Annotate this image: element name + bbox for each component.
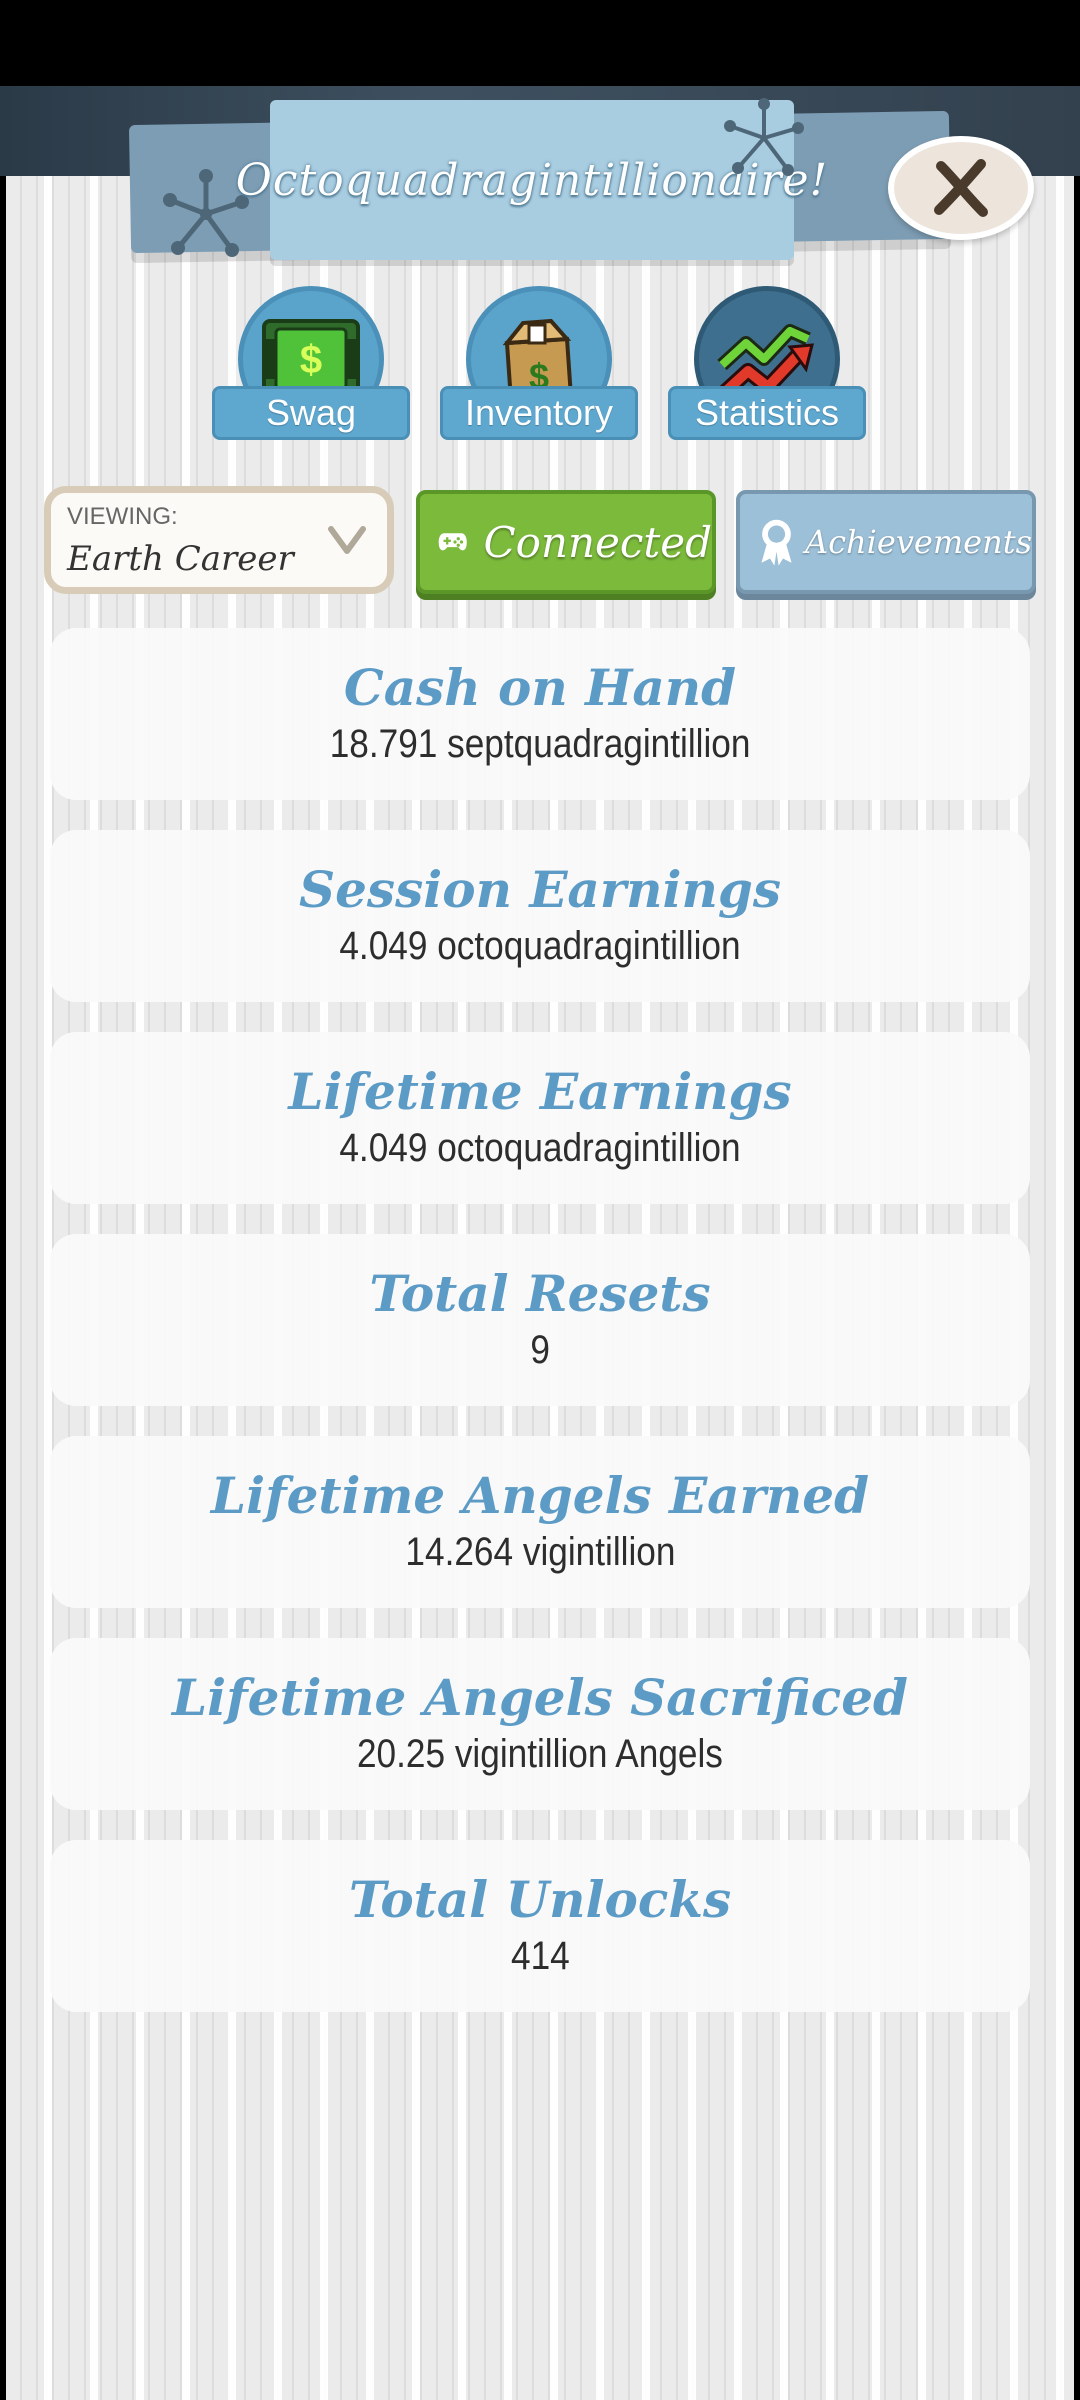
stat-card-lifetime-earnings: Lifetime Earnings 4.049 octoquadragintil… <box>50 1032 1030 1204</box>
stat-value: 20.25 vigintillion Angels <box>357 1732 723 1776</box>
gamepad-icon <box>438 533 467 551</box>
tab-label: Swag <box>212 386 410 440</box>
stat-value: 9 <box>530 1328 550 1372</box>
connected-label: Connected <box>483 517 712 567</box>
achievements-button[interactable]: Achievements <box>736 490 1036 594</box>
stat-card-cash-on-hand: Cash on Hand 18.791 septquadragintillion <box>50 628 1030 800</box>
tab-label: Statistics <box>668 386 866 440</box>
stat-title: Lifetime Angels Earned <box>210 1466 870 1525</box>
stats-list: Cash on Hand 18.791 septquadragintillion… <box>50 628 1030 2042</box>
stat-value: 14.264 vigintillion <box>404 1530 676 1574</box>
stat-title: Session Earnings <box>299 860 781 919</box>
close-icon <box>934 159 988 217</box>
viewing-label: VIEWING: <box>67 503 178 530</box>
status-bar <box>0 0 1080 86</box>
connected-button[interactable]: Connected <box>416 490 716 594</box>
ribbon-icon <box>761 519 792 566</box>
stat-value: 414 <box>510 1934 570 1978</box>
tab-label: Inventory <box>440 386 638 440</box>
tab-statistics[interactable]: Statistics <box>668 286 866 456</box>
viewing-value: Earth Career <box>67 539 294 579</box>
title-banner: Octoquadragintillionaire! <box>236 100 827 260</box>
stat-card-total-resets: Total Resets 9 <box>50 1234 1030 1406</box>
stat-title: Cash on Hand <box>343 658 737 717</box>
tab-swag[interactable]: $ Swag <box>212 286 410 456</box>
stat-title: Total Unlocks <box>348 1870 732 1929</box>
tab-inventory[interactable]: $ Inventory <box>440 286 638 456</box>
starburst-icon <box>724 98 804 176</box>
stat-title: Total Resets <box>369 1264 711 1323</box>
stat-card-lifetime-angels-sacrificed: Lifetime Angels Sacrificed 20.25 viginti… <box>50 1638 1030 1810</box>
chevron-down-icon <box>328 526 366 554</box>
stat-title: Lifetime Angels Sacrificed <box>171 1668 908 1727</box>
stat-card-total-unlocks: Total Unlocks 414 <box>50 1840 1030 2012</box>
close-button[interactable] <box>888 136 1034 240</box>
viewing-dropdown[interactable]: VIEWING: Earth Career <box>44 486 394 594</box>
stat-value: 18.791 septquadragintillion <box>329 722 751 766</box>
stat-value: 4.049 octoquadragintillion <box>339 1126 741 1170</box>
stat-card-session-earnings: Session Earnings 4.049 octoquadragintill… <box>50 830 1030 1002</box>
achievements-label: Achievements <box>805 523 1032 561</box>
stat-card-lifetime-angels-earned: Lifetime Angels Earned 14.264 vigintilli… <box>50 1436 1030 1608</box>
stat-value: 4.049 octoquadragintillion <box>339 924 741 968</box>
stat-title: Lifetime Earnings <box>288 1062 792 1121</box>
svg-text:$: $ <box>300 338 322 382</box>
